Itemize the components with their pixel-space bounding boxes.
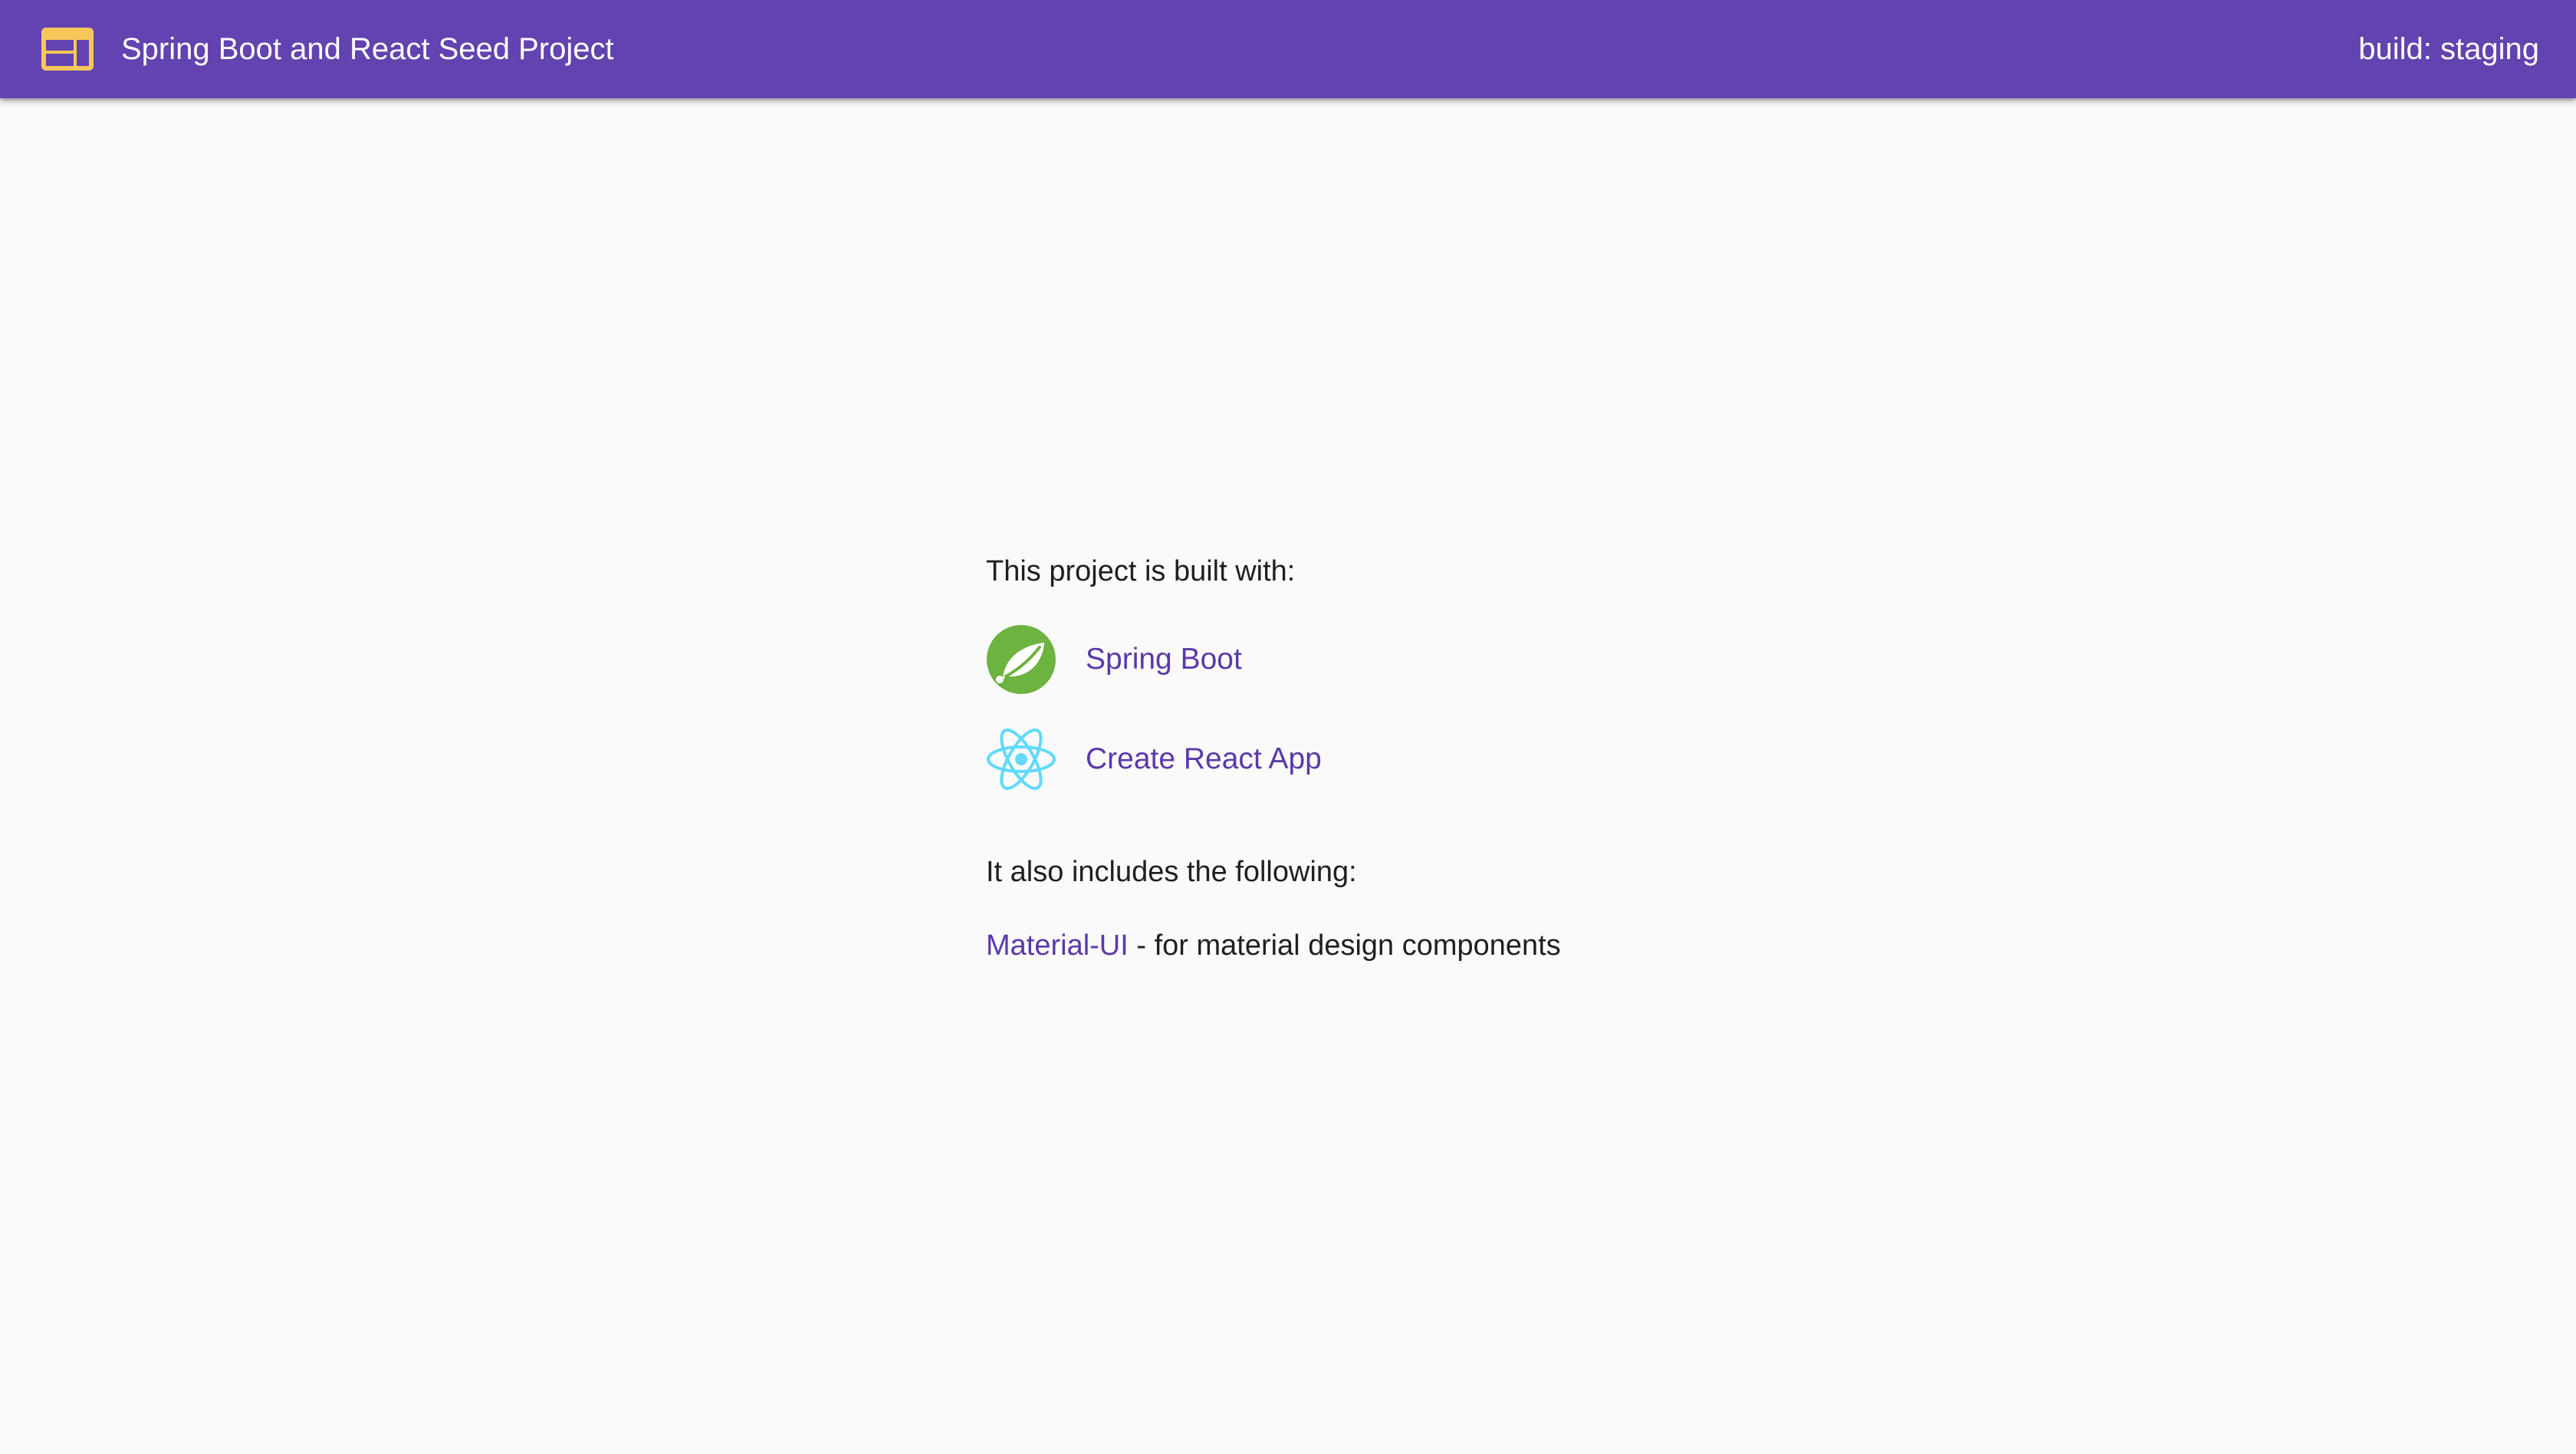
- react-logo-icon: [987, 728, 1056, 791]
- tech-item-create-react-app: Create React App: [986, 724, 1676, 794]
- build-label: build: staging: [2358, 32, 2539, 66]
- create-react-app-link[interactable]: Create React App: [1086, 724, 1322, 794]
- also-includes-heading: It also includes the following:: [986, 856, 1357, 888]
- material-ui-link[interactable]: Material-UI: [986, 929, 1129, 962]
- app-title: Spring Boot and React Seed Project: [121, 32, 614, 66]
- tech-item-spring-boot: Spring Boot: [986, 624, 1676, 695]
- built-with-heading: This project is built with:: [986, 555, 1296, 587]
- spring-boot-logo-icon: [987, 625, 1056, 694]
- material-ui-description: - for material design components: [1128, 929, 1561, 962]
- app-bar: Spring Boot and React Seed Project build…: [0, 0, 2576, 98]
- web-layout-icon: [41, 28, 94, 71]
- spring-boot-link[interactable]: Spring Boot: [1086, 624, 1242, 695]
- extra-item-material-ui: Material-UI - for material design compon…: [986, 929, 1561, 962]
